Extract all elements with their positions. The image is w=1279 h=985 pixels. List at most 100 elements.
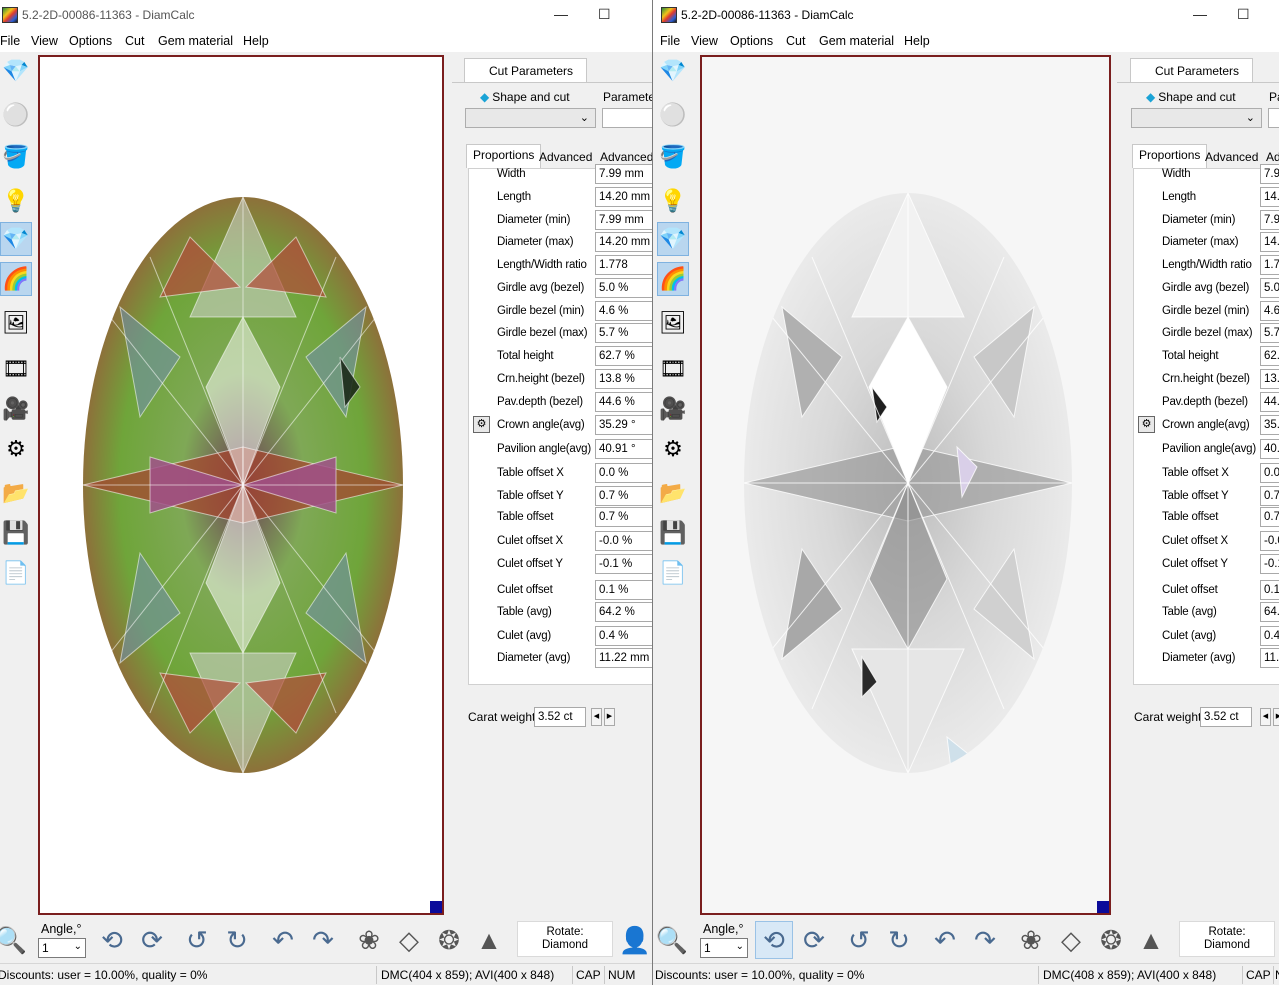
light-bulb-icon[interactable]: 💡 (0, 184, 32, 218)
menu-help[interactable]: Help (904, 34, 930, 48)
prop-value-field[interactable]: 4.6 % (595, 301, 652, 321)
carat-weight-field[interactable]: 3.52 ct (534, 707, 586, 727)
title-bar[interactable]: 5.2-2D-00086-11363 - DiamCalc — ☐ (653, 0, 1279, 30)
prop-value-field[interactable]: 40. (1260, 439, 1279, 459)
menu-file[interactable]: File (0, 34, 20, 48)
flip-vertical-left-icon[interactable]: ↺ (840, 921, 878, 959)
angle-select[interactable]: 1 ⌄ (700, 938, 748, 958)
diamond-render-icon[interactable]: 💎 (0, 222, 32, 256)
flip-horizontal-down-icon[interactable]: ↷ (304, 921, 342, 959)
resize-marker[interactable] (1097, 901, 1109, 913)
view-profile-icon[interactable]: ▲ (1132, 921, 1170, 959)
save-disk-icon[interactable]: 💾 (0, 516, 32, 550)
prop-value-field[interactable]: 7.9 (1260, 164, 1279, 184)
prop-value-field[interactable]: 5.0 % (595, 278, 652, 298)
play-video-icon[interactable]: 🎞 (657, 352, 689, 386)
menu-file[interactable]: File (660, 34, 680, 48)
menu-cut[interactable]: Cut (786, 34, 805, 48)
prism-spectrum-icon[interactable]: 🌈 (0, 262, 32, 296)
record-video-icon[interactable]: 🎥 (657, 392, 689, 426)
prop-value-field[interactable]: 62. (1260, 346, 1279, 366)
prop-value-field[interactable]: 35.29 ° (595, 415, 652, 435)
prop-value-field[interactable]: 0.4 % (595, 626, 652, 646)
maximize-icon[interactable]: ☐ (1237, 5, 1250, 23)
minimize-icon[interactable]: — (554, 5, 568, 23)
gem-sphere-icon[interactable]: ⚪ (657, 98, 689, 132)
save-disk-icon[interactable]: 💾 (657, 516, 689, 550)
prism-spectrum-icon[interactable]: 🌈 (657, 262, 689, 296)
prop-value-field[interactable]: 4.6 (1260, 301, 1279, 321)
minimize-icon[interactable]: — (1193, 5, 1207, 23)
menu-view[interactable]: View (31, 34, 58, 48)
prop-value-field[interactable]: 35. (1260, 415, 1279, 435)
tab-cut-parameters[interactable]: Cut Parameters (464, 58, 587, 82)
lock-icon[interactable]: ⚙ (1138, 416, 1155, 433)
carat-increase-button[interactable]: ▶ (604, 708, 615, 726)
prop-value-field[interactable]: 0.7 % (595, 486, 652, 506)
prop-value-field[interactable]: -0.0 % (595, 531, 652, 551)
diamond-model-icon[interactable]: 💎 (657, 54, 689, 88)
paint-bucket-icon[interactable]: 🪣 (0, 140, 32, 174)
diamond-render-icon[interactable]: 💎 (657, 222, 689, 256)
flip-vertical-right-icon[interactable]: ↻ (218, 921, 256, 959)
prop-value-field[interactable]: 0.4 (1260, 626, 1279, 646)
view-bottom-icon[interactable]: ❂ (430, 921, 468, 959)
prop-value-field[interactable]: 13.8 % (595, 369, 652, 389)
shape-combo[interactable]: ⌄ (465, 108, 596, 128)
menu-options[interactable]: Options (69, 34, 112, 48)
shape-combo[interactable]: ⌄ (1131, 108, 1262, 128)
rotate-mode-display[interactable]: Rotate: Diamond (1179, 921, 1275, 957)
zoom-magnifier-icon[interactable]: 🔍 (653, 921, 691, 959)
view-top-icon[interactable]: ❀ (350, 921, 388, 959)
parameter-input[interactable] (602, 108, 652, 128)
carat-decrease-button[interactable]: ◀ (591, 708, 602, 726)
view-top-icon[interactable]: ❀ (1012, 921, 1050, 959)
prop-value-field[interactable]: -0.1 % (595, 554, 652, 574)
prop-value-field[interactable]: 64. (1260, 602, 1279, 622)
prop-value-field[interactable]: 13. (1260, 369, 1279, 389)
prop-value-field[interactable]: 11. (1260, 648, 1279, 668)
prop-value-field[interactable]: -0.0 (1260, 531, 1279, 551)
rotate-ccw-icon[interactable]: ⟲ (93, 921, 131, 959)
prop-value-field[interactable]: 1.778 (595, 255, 652, 275)
prop-value-field[interactable]: 62.7 % (595, 346, 652, 366)
word-document-icon[interactable]: 📄 (0, 556, 32, 590)
diamond-model-icon[interactable]: 💎 (0, 54, 32, 88)
menu-gem-material[interactable]: Gem material (819, 34, 894, 48)
resize-marker[interactable] (430, 901, 442, 913)
rotate-ccw-icon[interactable]: ⟲ (755, 921, 793, 959)
view-side-icon[interactable]: ◇ (1052, 921, 1090, 959)
menu-view[interactable]: View (691, 34, 718, 48)
prop-value-field[interactable]: 40.91 ° (595, 439, 652, 459)
prop-value-field[interactable]: 5.7 (1260, 323, 1279, 343)
word-document-icon[interactable]: 📄 (657, 556, 689, 590)
diamond-picture-icon[interactable]: 🖼 (0, 306, 32, 340)
prop-value-field[interactable]: 1.7 (1260, 255, 1279, 275)
prop-value-field[interactable]: 7.99 mm (595, 210, 652, 230)
prop-value-field[interactable]: -0.1 (1260, 554, 1279, 574)
prop-value-field[interactable]: 0.1 (1260, 580, 1279, 600)
rotate-cw-icon[interactable]: ⟳ (133, 921, 171, 959)
tab-cut-parameters[interactable]: Cut Parameters (1130, 58, 1253, 82)
view-side-icon[interactable]: ◇ (390, 921, 428, 959)
menu-cut[interactable]: Cut (125, 34, 144, 48)
prop-value-field[interactable]: 44.6 % (595, 392, 652, 412)
maximize-icon[interactable]: ☐ (598, 5, 611, 23)
gem-sphere-icon[interactable]: ⚪ (0, 98, 32, 132)
flip-horizontal-up-icon[interactable]: ↶ (926, 921, 964, 959)
paint-bucket-icon[interactable]: 🪣 (657, 140, 689, 174)
menu-gem-material[interactable]: Gem material (158, 34, 233, 48)
title-bar[interactable]: 5.2-2D-00086-11363 - DiamCalc — ☐ (0, 0, 652, 30)
view-bottom-icon[interactable]: ❂ (1092, 921, 1130, 959)
menu-options[interactable]: Options (730, 34, 773, 48)
open-folder-icon[interactable]: 📂 (657, 476, 689, 510)
gem-settings-icon[interactable]: ⚙ (657, 432, 689, 466)
prop-value-field[interactable]: 7.9 (1260, 210, 1279, 230)
play-video-icon[interactable]: 🎞 (0, 352, 32, 386)
open-folder-icon[interactable]: 📂 (0, 476, 32, 510)
view-profile-icon[interactable]: ▲ (470, 921, 508, 959)
rotate-mode-display[interactable]: Rotate: Diamond (517, 921, 613, 957)
diamond-view-left[interactable] (38, 55, 444, 915)
flip-horizontal-down-icon[interactable]: ↷ (966, 921, 1004, 959)
rotate-cw-icon[interactable]: ⟳ (795, 921, 833, 959)
